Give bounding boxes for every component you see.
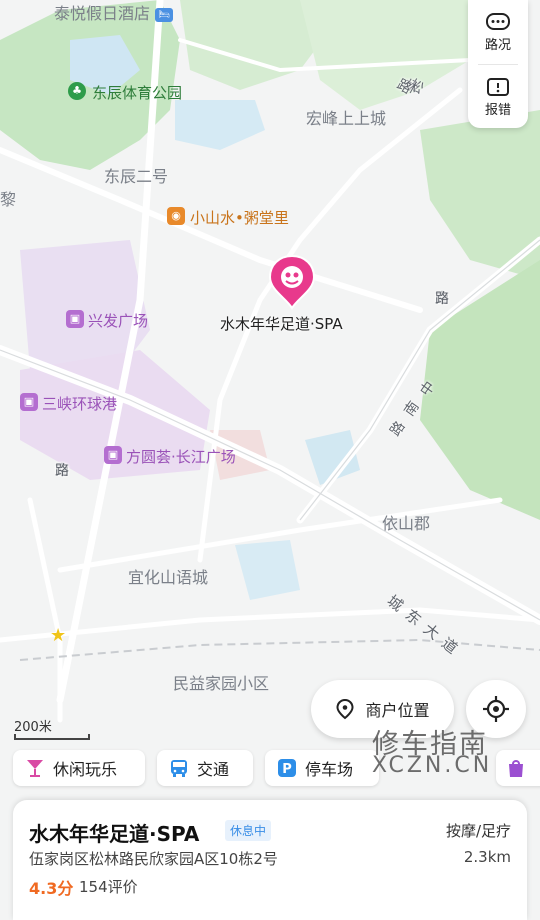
xiaoshanshui-label[interactable]: 小山水•粥堂里 — [190, 207, 289, 228]
poi-distance: 2.3km — [463, 848, 511, 866]
chip-parking-label: 停车场 — [305, 760, 354, 779]
chip-leisure[interactable]: 休闲玩乐 — [13, 750, 145, 786]
watermark-url: XCZN.CN — [372, 753, 493, 778]
xingfa-label[interactable]: 兴发广场 — [88, 310, 148, 331]
mall-icon: ▣ — [66, 310, 84, 328]
minyi-label[interactable]: 民益家园小区 — [173, 670, 269, 694]
poi-name: 水木年华足道·SPA — [29, 822, 200, 846]
status-badge: 休息中 — [225, 820, 272, 841]
zhongnan-road-label-2: 中 南 路 — [387, 378, 439, 440]
mall-icon: ▣ — [20, 393, 38, 411]
map-side-panel: 路况 报错 — [468, 0, 528, 128]
traffic-button[interactable]: 路况 — [468, 0, 528, 64]
selected-poi-label[interactable]: 水木年华足道·SPA — [220, 313, 343, 334]
selected-poi-pin[interactable] — [268, 254, 316, 310]
yihua-label[interactable]: 宜化山语城 — [128, 564, 208, 588]
poi-detail-card[interactable]: 水木年华足道·SPA 休息中 按摩/足疗 伍家岗区松林路民欣家园A区10栋2号 … — [13, 800, 527, 920]
chip-parking[interactable]: P 停车场 — [265, 750, 379, 786]
report-alert-icon — [487, 77, 509, 96]
traffic-chat-icon — [486, 12, 510, 30]
report-label: 报错 — [484, 102, 511, 118]
park-label[interactable]: 东辰体育公园 — [92, 82, 182, 103]
crosshair-icon — [483, 696, 509, 722]
poi-address: 伍家岗区松林路民欣家园A区10栋2号 — [29, 850, 278, 868]
cocktail-icon — [25, 758, 45, 778]
park-tree-icon: ♣ — [68, 82, 86, 100]
hongfeng-label[interactable]: 宏峰上上城 — [306, 105, 386, 129]
poi-category: 按摩/足疗 — [445, 822, 511, 840]
chip-leisure-label: 休闲玩乐 — [53, 760, 118, 779]
chip-shopping[interactable] — [496, 750, 540, 786]
poi-reviews[interactable]: 154评价 — [79, 876, 138, 897]
svg-text:P: P — [282, 762, 292, 777]
chip-transport-label: 交通 — [197, 760, 230, 779]
yishan-label[interactable]: 依山郡 — [382, 510, 430, 534]
restaurant-icon: ◉ — [167, 207, 185, 225]
scale-label: 200米 — [14, 720, 52, 735]
hotel-label[interactable]: 泰悦假日酒店 🛏 — [54, 0, 174, 24]
left-edge-label: 黎 — [0, 190, 17, 209]
parking-icon: P — [277, 758, 297, 778]
fangyuan-label[interactable]: 方圆荟·长江广场 — [126, 446, 236, 467]
poi-rating: 4.3分 — [29, 879, 74, 898]
hotel-bed-icon: 🛏 — [155, 7, 174, 22]
mall-icon: ▣ — [104, 446, 122, 464]
merchant-location-label: 商户位置 — [365, 701, 430, 720]
chip-transport[interactable]: 交通 — [157, 750, 253, 786]
sanxia-label[interactable]: 三峡环球港 — [42, 393, 117, 414]
favorite-star-icon[interactable]: ★ — [50, 625, 66, 646]
shopping-bag-icon — [506, 758, 526, 778]
report-error-button[interactable]: 报错 — [468, 65, 528, 129]
bus-icon — [169, 758, 189, 778]
spa-pin-icon — [268, 254, 316, 310]
traffic-label: 路况 — [484, 37, 511, 53]
scale-bar — [14, 734, 90, 740]
location-pin-icon — [336, 698, 354, 720]
dongchen-label[interactable]: 东辰二号 — [104, 163, 168, 187]
